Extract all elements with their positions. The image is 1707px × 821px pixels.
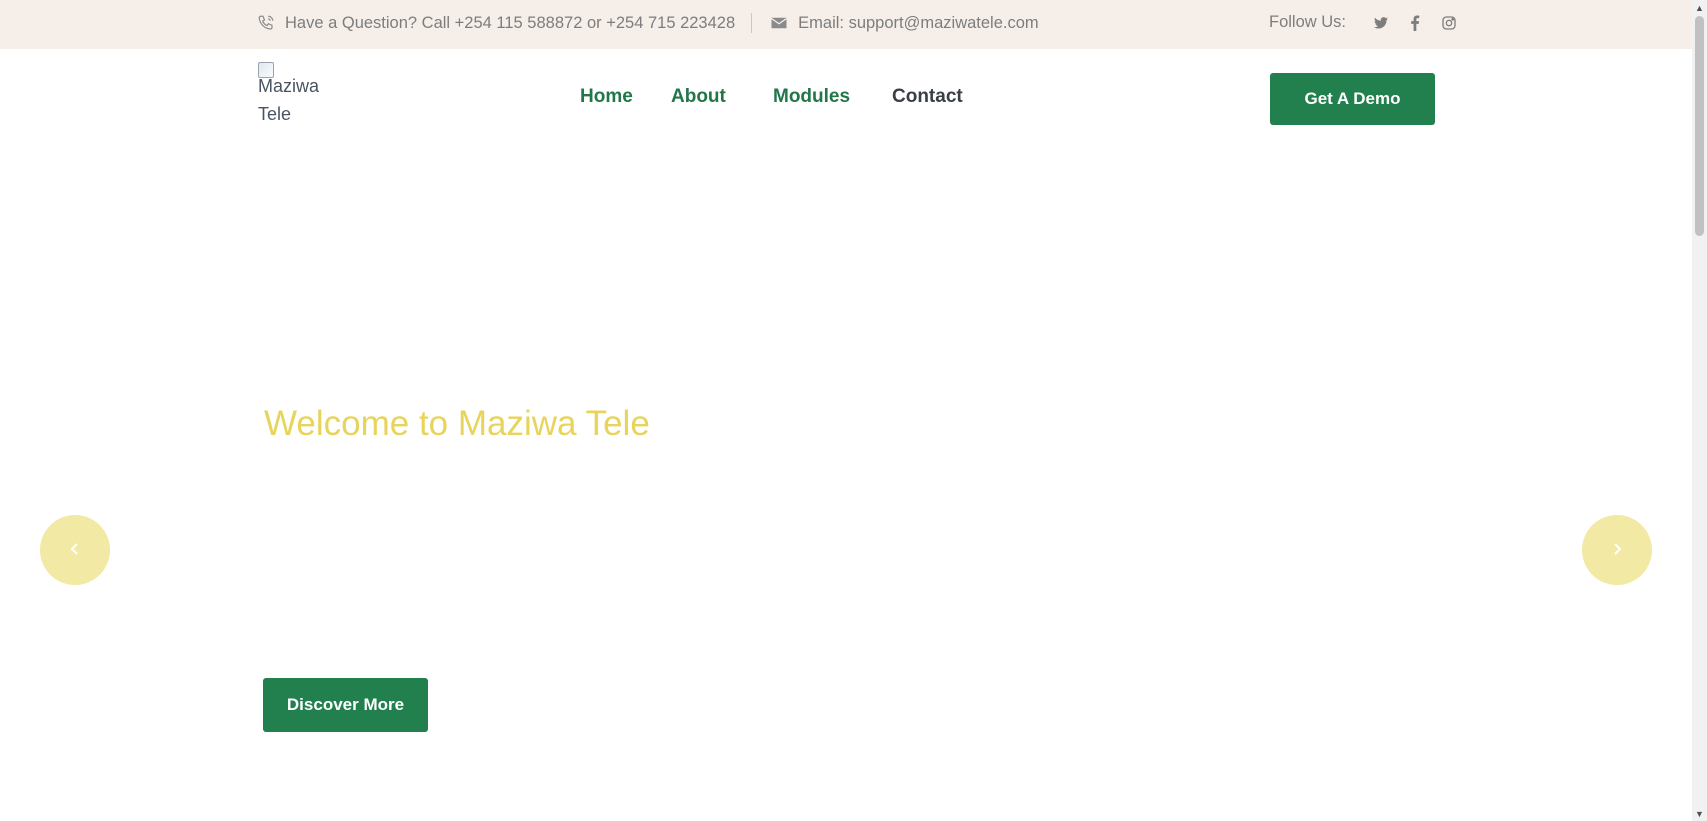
facebook-icon[interactable]	[1406, 14, 1424, 32]
scroll-up-arrow-icon[interactable]: ▲	[1692, 0, 1707, 15]
envelope-icon	[770, 14, 788, 32]
contact-info: Have a Question? Call +254 115 588872 or…	[257, 12, 1039, 34]
instagram-icon[interactable]	[1440, 14, 1458, 32]
discover-more-button[interactable]: Discover More	[263, 678, 428, 732]
twitter-icon[interactable]	[1372, 14, 1390, 32]
follow-label: Follow Us:	[1269, 13, 1347, 31]
phone-text: Have a Question? Call +254 115 588872 or…	[285, 13, 736, 32]
top-info-bar: Have a Question? Call +254 115 588872 or…	[0, 0, 1692, 49]
get-demo-button[interactable]: Get A Demo	[1270, 73, 1435, 125]
main-nav: Home About Modules Contact	[0, 86, 1692, 112]
chevron-left-icon	[69, 537, 81, 563]
scrollbar-thumb[interactable]	[1695, 16, 1704, 236]
divider	[751, 13, 753, 33]
hero-title: Welcome to Maziwa Tele	[264, 404, 650, 443]
scroll-down-arrow-icon[interactable]: ▼	[1692, 806, 1707, 821]
nav-modules[interactable]: Modules	[773, 86, 850, 108]
chevron-right-icon	[1611, 537, 1623, 563]
social-follow: Follow Us:	[1269, 13, 1458, 32]
nav-contact[interactable]: Contact	[892, 86, 963, 108]
phone-icon	[257, 14, 275, 32]
page: Have a Question? Call +254 115 588872 or…	[0, 0, 1707, 821]
carousel-prev-button[interactable]	[40, 515, 110, 585]
nav-about[interactable]: About	[671, 86, 726, 108]
vertical-scrollbar[interactable]: ▲ ▼	[1692, 0, 1707, 821]
email-link[interactable]: Email: support@maziwatele.com	[798, 14, 1039, 33]
carousel-next-button[interactable]	[1582, 515, 1652, 585]
nav-home[interactable]: Home	[580, 86, 633, 108]
